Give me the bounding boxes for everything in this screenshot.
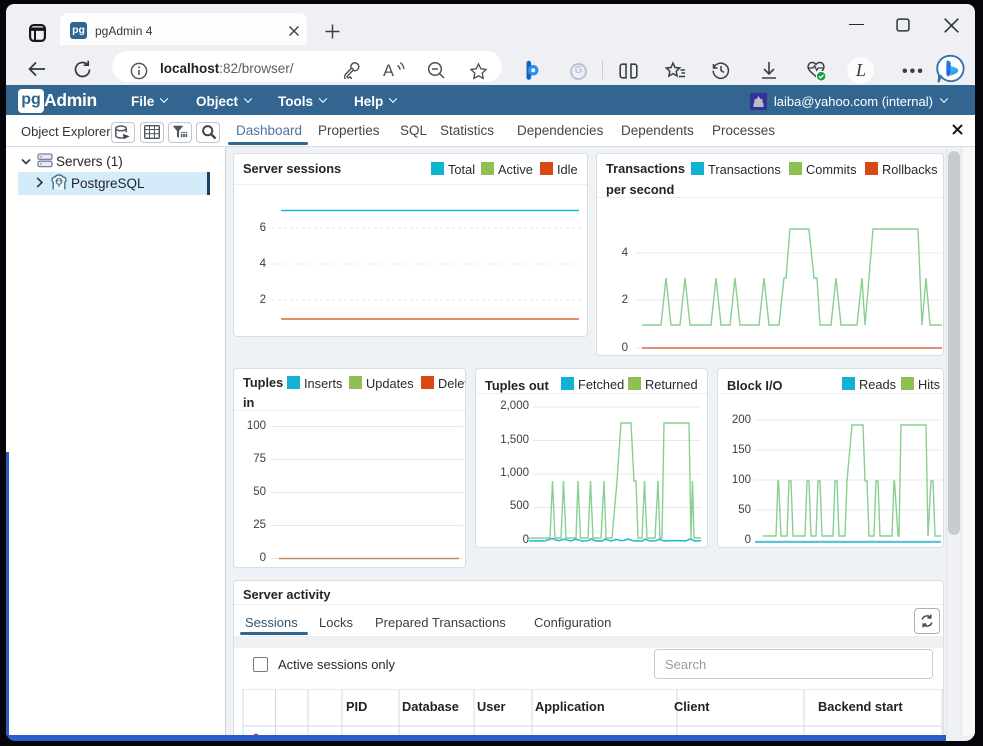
svg-text:A: A xyxy=(383,62,394,79)
